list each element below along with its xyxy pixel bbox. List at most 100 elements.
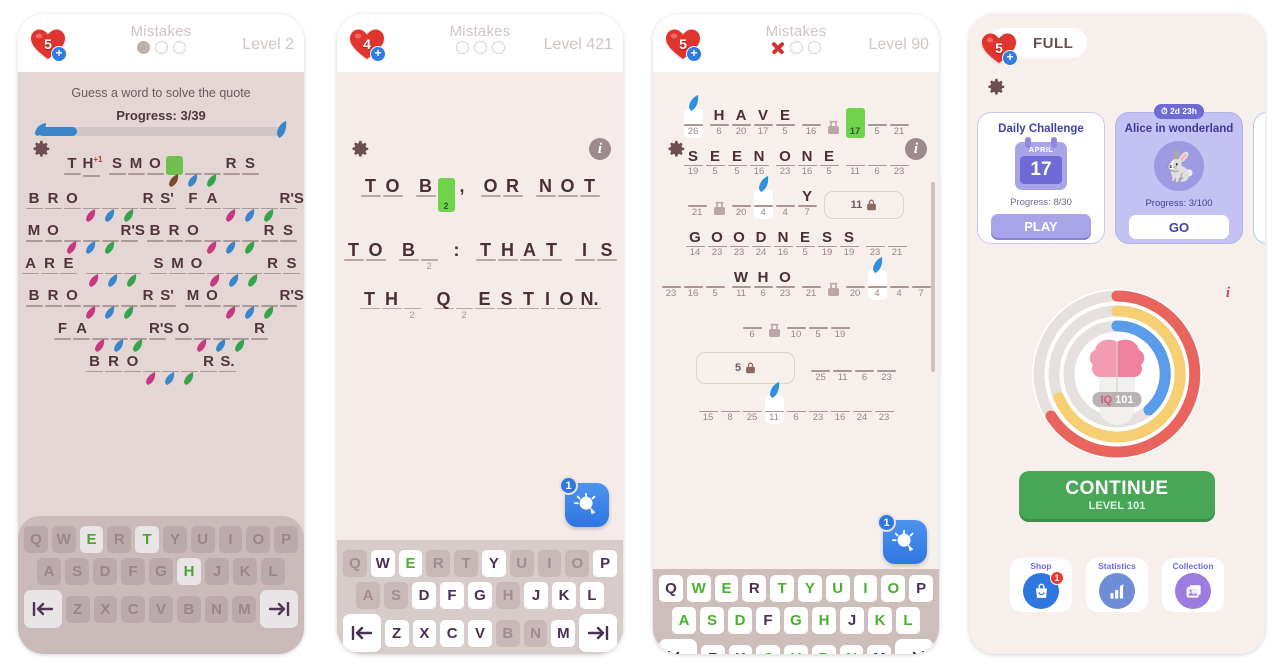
cipher-cell[interactable]: 6 bbox=[742, 311, 762, 341]
letter-cell[interactable]: O bbox=[175, 320, 192, 340]
keyboard-3[interactable]: Q W E R T Y U I O P A S D F G H J K L bbox=[653, 569, 939, 654]
key-T[interactable]: T bbox=[135, 526, 159, 553]
letter-cell[interactable]: _ bbox=[203, 223, 221, 255]
cipher-cell[interactable]: S 19 bbox=[839, 229, 859, 260]
letter-cell[interactable]: O bbox=[557, 177, 578, 197]
letter-cell[interactable]: R'S bbox=[279, 190, 304, 210]
cipher-cell[interactable]: 5 bbox=[867, 108, 887, 138]
letter-cell[interactable]: _ bbox=[82, 288, 100, 320]
letter-cell[interactable]: O bbox=[44, 223, 62, 242]
key-N[interactable]: N bbox=[204, 595, 229, 623]
go-button[interactable]: GO bbox=[1129, 215, 1229, 239]
letter-cell[interactable]: S bbox=[283, 255, 300, 275]
letter-cell[interactable]: _ 2 bbox=[403, 291, 421, 320]
key-U[interactable]: U bbox=[825, 575, 850, 602]
key-F[interactable]: F bbox=[121, 558, 145, 585]
letter-cell[interactable]: _ bbox=[86, 256, 103, 287]
quote-word[interactable]: Q U 2 E S T I O N. bbox=[433, 290, 601, 320]
key-W[interactable]: W bbox=[51, 526, 76, 553]
letter-cell[interactable]: S bbox=[241, 156, 259, 175]
key-U[interactable]: U bbox=[509, 550, 534, 577]
key-W[interactable]: W bbox=[370, 550, 395, 577]
info-button[interactable]: i bbox=[589, 138, 611, 160]
add-hearts-badge[interactable]: + bbox=[1002, 50, 1018, 66]
key-T[interactable]: T bbox=[454, 550, 478, 577]
letter-cell[interactable]: _ bbox=[222, 223, 240, 255]
cipher-cell[interactable]: D 24 bbox=[751, 229, 771, 260]
key-S[interactable]: S bbox=[65, 558, 89, 585]
letter-cell[interactable]: I bbox=[540, 290, 555, 310]
letter-cell[interactable]: H+1 bbox=[82, 155, 102, 177]
key-L[interactable]: L bbox=[896, 607, 920, 634]
cipher-cell[interactable]: 16 bbox=[801, 108, 821, 138]
quote-word[interactable]: T H A T bbox=[475, 241, 562, 261]
selected-letter-cell[interactable]: _ 2 bbox=[437, 178, 455, 212]
letter-cell[interactable]: T bbox=[359, 290, 380, 310]
cipher-cell[interactable]: 26 bbox=[683, 95, 703, 138]
quote-word[interactable]: S M O _ _ _ R S bbox=[108, 156, 259, 187]
cipher-cell[interactable]: 16 bbox=[830, 395, 850, 425]
cipher-word[interactable]: H6 A 20 V 17 E5 bbox=[709, 108, 795, 138]
key-B[interactable]: B bbox=[811, 644, 836, 654]
cipher-cell[interactable]: 15 bbox=[698, 395, 718, 425]
letter-cell[interactable]: R bbox=[41, 255, 58, 275]
key-B[interactable]: B bbox=[176, 595, 201, 623]
hint-button[interactable]: 1 bbox=[559, 476, 609, 527]
cipher-cell[interactable]: E5 bbox=[795, 229, 815, 260]
letter-cell[interactable]: _ bbox=[111, 321, 128, 352]
letter-cell[interactable]: O bbox=[365, 241, 386, 261]
letter-cell[interactable]: _ bbox=[130, 321, 147, 352]
key-I[interactable]: I bbox=[218, 526, 243, 553]
quote-word[interactable]: M O _ _ _ R'S bbox=[184, 288, 304, 320]
key-K[interactable]: K bbox=[552, 582, 576, 609]
key-Y[interactable]: Y bbox=[482, 550, 506, 577]
cipher-cell[interactable]: 21 bbox=[887, 230, 907, 260]
letter-cell[interactable]: _ bbox=[92, 321, 109, 352]
letter-cell[interactable]: O bbox=[188, 255, 205, 275]
cipher-cell[interactable]: O 23 bbox=[707, 229, 727, 260]
letter-cell[interactable]: R bbox=[139, 190, 157, 210]
selected-letter-cell[interactable]: _ bbox=[165, 156, 183, 187]
cipher-cell[interactable]: 6 bbox=[786, 395, 806, 425]
letter-cell[interactable]: T bbox=[518, 290, 539, 310]
cipher-cell[interactable]: 16 bbox=[683, 270, 703, 300]
quote-word[interactable]: _ _ _ bbox=[86, 256, 141, 287]
letter-cell[interactable]: S bbox=[108, 156, 126, 175]
key-M[interactable]: M bbox=[232, 595, 257, 623]
letter-cell[interactable]: S' bbox=[158, 190, 176, 210]
letter-cell[interactable]: _ bbox=[232, 321, 249, 352]
key-P[interactable]: P bbox=[274, 526, 298, 553]
cipher-cell[interactable]: E5 bbox=[705, 148, 725, 179]
key-P[interactable]: P bbox=[909, 575, 933, 602]
key-M[interactable]: M bbox=[867, 644, 892, 654]
continue-button[interactable]: CONTINUE LEVEL 101 bbox=[1019, 471, 1215, 519]
quote-word[interactable]: B R O _ _ _ R S' bbox=[25, 288, 176, 320]
cipher-word[interactable]: 21 20 4 4 Y7 bbox=[687, 176, 817, 219]
letter-cell[interactable]: O bbox=[203, 288, 221, 307]
cipher-cell[interactable]: 21 bbox=[687, 189, 707, 219]
cipher-cell[interactable]: N 16 bbox=[773, 229, 793, 260]
key-R[interactable]: R bbox=[107, 526, 132, 553]
key-A[interactable]: A bbox=[356, 582, 380, 609]
scrollbar[interactable] bbox=[931, 182, 935, 372]
letter-cell[interactable]: R bbox=[200, 353, 217, 373]
key-T[interactable]: T bbox=[770, 575, 794, 602]
quote-puzzle-2[interactable]: T O B _ 2 , O R N bbox=[337, 78, 623, 320]
daily-challenge-card[interactable]: Daily Challenge APRIL 17 Progress: 8/30 … bbox=[977, 112, 1105, 244]
cipher-word[interactable]: O 23 N 16 E5 bbox=[775, 148, 839, 179]
key-C[interactable]: C bbox=[756, 644, 781, 654]
key-J[interactable]: J bbox=[524, 582, 548, 609]
gallery-icon[interactable] bbox=[1175, 573, 1211, 609]
letter-cell[interactable]: R bbox=[260, 223, 278, 242]
letter-cell[interactable]: O bbox=[63, 288, 81, 307]
gear-icon[interactable] bbox=[985, 76, 1007, 98]
quote-word[interactable]: B _ 2 bbox=[398, 241, 438, 271]
alice-in-wonderland-card[interactable]: ⏱ 2d 23h Alice in wonderland 🐇 Progress:… bbox=[1115, 104, 1243, 244]
quote-word[interactable]: O _ _ _ R bbox=[175, 320, 268, 352]
letter-cell[interactable]: _ bbox=[213, 321, 230, 352]
letter-cell[interactable]: _ bbox=[120, 288, 138, 320]
key-E[interactable]: E bbox=[714, 575, 739, 602]
letter-cell[interactable]: R bbox=[44, 288, 62, 307]
letter-cell[interactable]: M bbox=[25, 223, 43, 242]
next-card-partial[interactable] bbox=[1253, 112, 1265, 244]
